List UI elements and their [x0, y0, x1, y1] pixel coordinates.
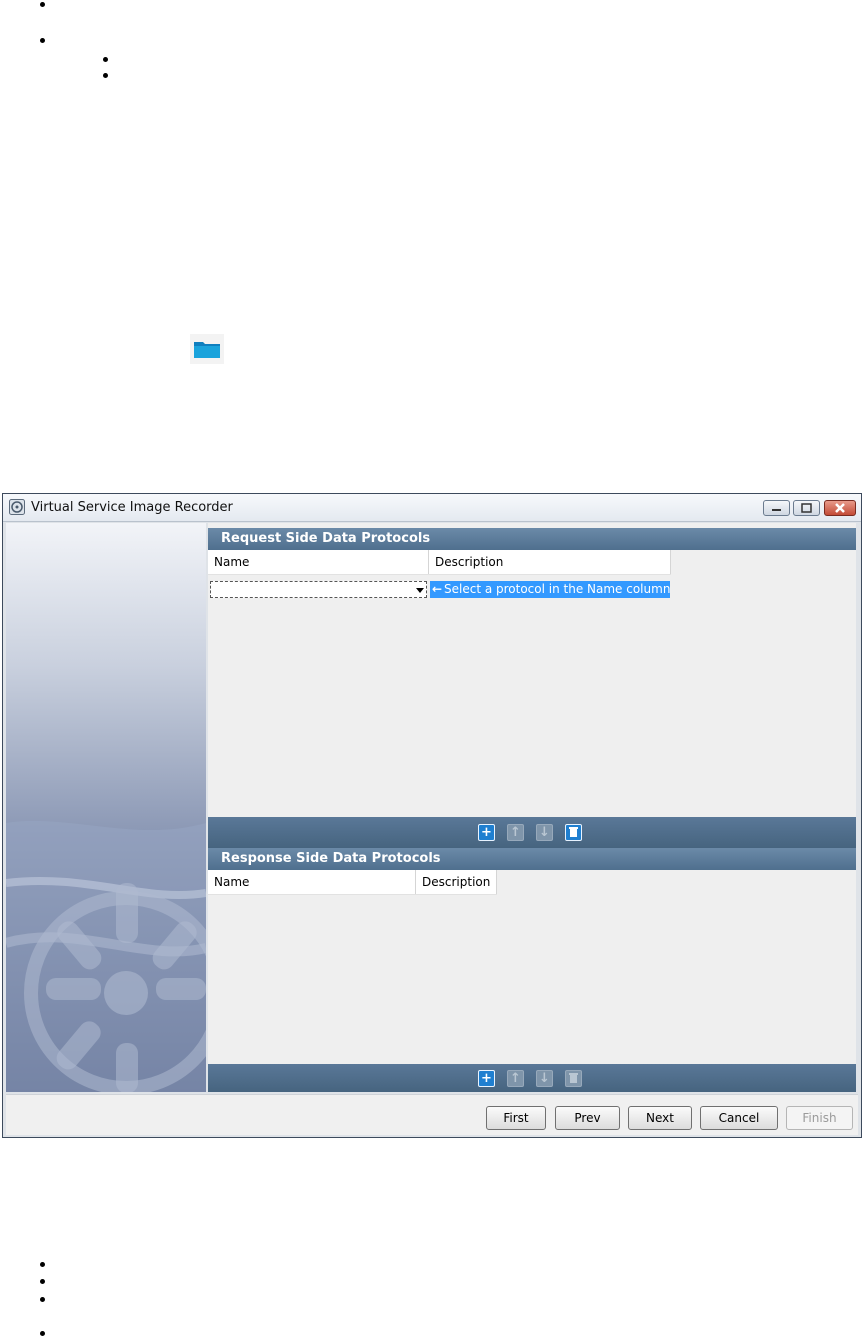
title-bar: Virtual Service Image Recorder	[3, 494, 861, 522]
request-add-button[interactable]: +	[478, 824, 495, 841]
bullet-5	[40, 1262, 45, 1267]
wizard-content: Request Side Data Protocols Name Descrip…	[208, 523, 856, 1092]
maximize-button[interactable]	[793, 500, 820, 516]
response-col-description[interactable]: Description	[416, 870, 497, 894]
request-delete-button[interactable]	[565, 824, 582, 841]
close-icon	[835, 503, 845, 513]
folder-icon[interactable]	[190, 334, 224, 364]
prev-button[interactable]: Prev	[555, 1106, 620, 1130]
move-down-icon: ↓	[539, 825, 550, 840]
dropdown-arrow-icon[interactable]	[416, 588, 424, 593]
delete-icon	[569, 1073, 578, 1083]
response-move-down-button[interactable]: ↓	[536, 1070, 553, 1087]
close-button[interactable]	[824, 500, 856, 516]
next-button[interactable]: Next	[628, 1106, 692, 1130]
bullet-6	[40, 1279, 45, 1284]
delete-icon	[569, 827, 578, 837]
first-button[interactable]: First	[486, 1106, 546, 1130]
request-panel-header: Request Side Data Protocols	[208, 528, 856, 550]
maximize-icon	[801, 503, 812, 513]
response-add-button[interactable]: +	[478, 1070, 495, 1087]
request-col-name[interactable]: Name	[208, 550, 429, 574]
minimize-button[interactable]	[763, 500, 790, 516]
response-move-up-button[interactable]: ↑	[507, 1070, 524, 1087]
add-icon: +	[481, 1071, 492, 1086]
request-move-up-button[interactable]: ↑	[507, 824, 524, 841]
request-move-down-button[interactable]: ↓	[536, 824, 553, 841]
bullet-4	[103, 73, 108, 78]
protocol-name-combo[interactable]	[210, 581, 427, 598]
request-grid-header: Name Description	[208, 550, 671, 575]
bullet-2	[40, 38, 45, 43]
response-panel-title: Response Side Data Protocols	[221, 851, 441, 866]
cancel-button[interactable]: Cancel	[700, 1106, 778, 1130]
add-icon: +	[481, 825, 492, 840]
response-col-name[interactable]: Name	[208, 870, 416, 894]
bullet-7	[40, 1297, 45, 1302]
wizard-sidebar	[6, 523, 206, 1092]
app-icon	[9, 499, 25, 515]
wizard-footer: First Prev Next Cancel Finish	[6, 1094, 858, 1135]
bullet-8	[40, 1331, 45, 1336]
request-edit-row: ← Select a protocol in the Name column.	[208, 581, 670, 599]
move-up-icon: ↑	[510, 825, 521, 840]
protocol-hint: ← Select a protocol in the Name column.	[430, 581, 670, 598]
recorder-window: Virtual Service Image Recorder Request S…	[2, 493, 862, 1138]
arrow-left-icon: ←	[431, 582, 443, 596]
finish-button[interactable]: Finish	[786, 1106, 853, 1130]
move-up-icon: ↑	[510, 1071, 521, 1086]
sidebar-decoration	[6, 820, 206, 1092]
minimize-icon	[772, 509, 781, 511]
window-title: Virtual Service Image Recorder	[31, 500, 233, 515]
bullet-3	[103, 57, 108, 62]
response-grid-header: Name Description	[208, 870, 497, 895]
request-col-description[interactable]: Description	[429, 550, 671, 574]
move-down-icon: ↓	[539, 1071, 550, 1086]
response-toolbar: + ↑ ↓	[208, 1064, 856, 1092]
protocol-hint-text: Select a protocol in the Name column.	[444, 582, 670, 596]
request-panel-title: Request Side Data Protocols	[221, 531, 431, 546]
response-delete-button[interactable]	[565, 1070, 582, 1087]
bullet-1	[40, 2, 45, 7]
request-toolbar: + ↑ ↓	[208, 817, 856, 848]
response-panel-header: Response Side Data Protocols	[208, 848, 856, 870]
